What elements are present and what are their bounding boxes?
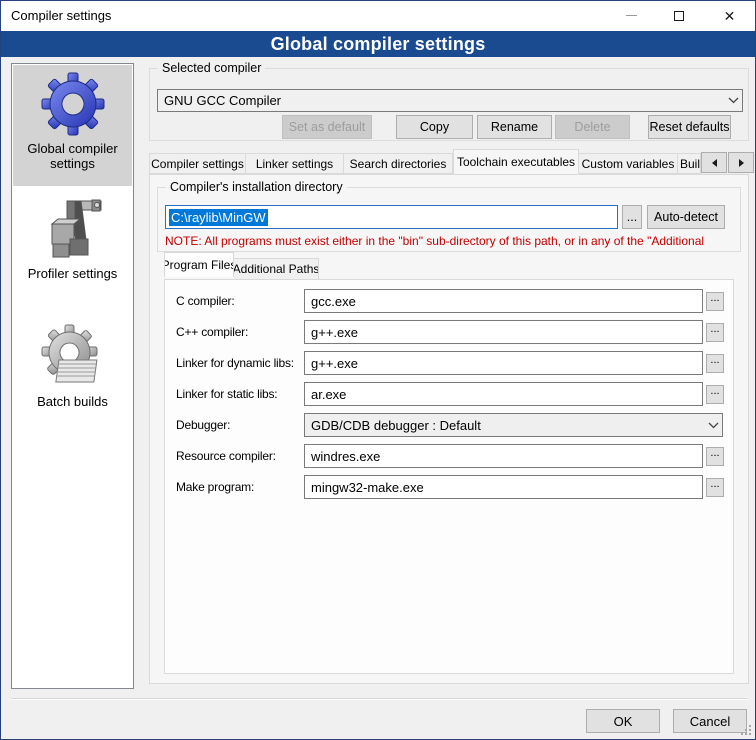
close-button[interactable]: ✕ [704,1,755,30]
tab-scroll-left-button[interactable] [701,152,727,173]
browse-resource-compiler-button[interactable]: ... [706,447,724,466]
button-label: ... [710,355,719,365]
sidebar-item-label: Batch builds [13,392,132,415]
page-title: Global compiler settings [271,34,486,55]
reset-defaults-button[interactable]: Reset defaults [648,115,731,139]
rename-button[interactable]: Rename [477,115,552,139]
sidebar-item-global-compiler-settings[interactable]: Global compiler settings [13,65,132,186]
sidebar-item-profiler-settings[interactable]: Profiler settings [13,190,132,310]
close-icon: ✕ [724,9,736,23]
arrow-right-icon [739,159,744,167]
group-label: Compiler's installation directory [166,180,347,194]
button-label: ... [627,210,637,224]
compiler-settings-dialog: Compiler settings ✕ Global compiler sett… [0,0,756,740]
header-band: Global compiler settings [1,31,755,57]
button-label: Auto-detect [654,210,718,224]
c-compiler-input[interactable] [304,289,703,313]
field-label: Linker for dynamic libs: [176,356,294,370]
button-label: Cancel [690,714,730,729]
browse-linker-dynamic-button[interactable]: ... [706,354,724,373]
make-program-input[interactable] [304,475,703,499]
arrow-left-icon [712,159,717,167]
blue-gear-icon [40,71,106,137]
resize-grip[interactable] [740,724,752,736]
settings-category-list: Global compiler settings Profiler settin… [11,63,134,689]
tab-additional-paths[interactable]: Additional Paths [234,258,319,280]
button-label: Set as default [289,120,365,134]
browse-cpp-compiler-button[interactable]: ... [706,323,724,342]
tab-build-options[interactable]: Build options [678,153,701,174]
field-label: Resource compiler: [176,449,276,463]
note-text: NOTE: All programs must exist either in … [165,234,739,250]
gray-gear-stack-icon [40,324,106,390]
tab-scroll-right-button[interactable] [728,152,754,173]
button-label: Reset defaults [650,120,730,134]
combobox-value: GNU GCC Compiler [158,93,724,108]
button-label: ... [710,386,719,396]
browse-directory-button[interactable]: ... [622,205,642,229]
combobox-value: GDB/CDB debugger : Default [305,418,704,433]
chevron-down-icon [724,97,742,104]
field-label: C++ compiler: [176,325,248,339]
field-label: Make program: [176,480,254,494]
settings-tab-bar: Compiler settings Linker settings Search… [149,153,701,174]
button-label: ... [710,448,719,458]
tab-custom-variables[interactable]: Custom variables [579,153,678,174]
field-label: Linker for static libs: [176,387,277,401]
copy-button[interactable]: Copy [396,115,473,139]
minimize-button[interactable] [608,1,654,30]
field-label: Debugger: [176,418,230,432]
delete-button[interactable]: Delete [555,115,630,139]
button-label: ... [710,293,719,303]
chevron-down-icon [704,422,722,429]
tab-compiler-settings[interactable]: Compiler settings [149,153,246,174]
cpp-compiler-input[interactable] [304,320,703,344]
program-files-tab-bar: Program Files Additional Paths [164,256,319,280]
debugger-combobox[interactable]: GDB/CDB debugger : Default [304,413,723,437]
caliper-icon [40,196,106,262]
linker-dynamic-input[interactable] [304,351,703,375]
tab-program-files[interactable]: Program Files [164,252,234,277]
tab-linker-settings[interactable]: Linker settings [246,153,344,174]
sidebar-item-label: Profiler settings [13,264,132,287]
sidebar-item-batch-builds[interactable]: Batch builds [13,318,132,430]
set-as-default-button[interactable]: Set as default [282,115,372,139]
window-title: Compiler settings [11,8,111,23]
minimize-icon [626,15,637,16]
maximize-button[interactable] [656,1,702,30]
button-label: Copy [420,120,449,134]
field-label: C compiler: [176,294,234,308]
tab-toolchain-executables[interactable]: Toolchain executables [453,149,579,174]
selected-text: C:\raylib\MinGW [169,209,268,226]
button-label: OK [614,714,633,729]
auto-detect-button[interactable]: Auto-detect [647,205,725,229]
browse-linker-static-button[interactable]: ... [706,385,724,404]
maximize-icon [674,11,684,21]
cancel-button[interactable]: Cancel [673,709,747,733]
group-label: Selected compiler [158,61,265,75]
resource-compiler-input[interactable] [304,444,703,468]
sidebar-item-label: Global compiler settings [13,139,132,177]
installation-directory-input[interactable]: C:\raylib\MinGW [165,205,618,229]
button-label: ... [710,324,719,334]
footer-separator [11,698,747,700]
button-label: Delete [574,120,610,134]
button-label: Rename [491,120,538,134]
ok-button[interactable]: OK [586,709,660,733]
browse-make-program-button[interactable]: ... [706,478,724,497]
selected-compiler-group: Selected compiler GNU GCC Compiler Set a… [149,68,749,141]
selected-compiler-combobox[interactable]: GNU GCC Compiler [157,89,743,112]
browse-c-compiler-button[interactable]: ... [706,292,724,311]
button-label: ... [710,479,719,489]
linker-static-input[interactable] [304,382,703,406]
tab-search-directories[interactable]: Search directories [344,153,453,174]
title-bar: Compiler settings ✕ [1,1,755,31]
